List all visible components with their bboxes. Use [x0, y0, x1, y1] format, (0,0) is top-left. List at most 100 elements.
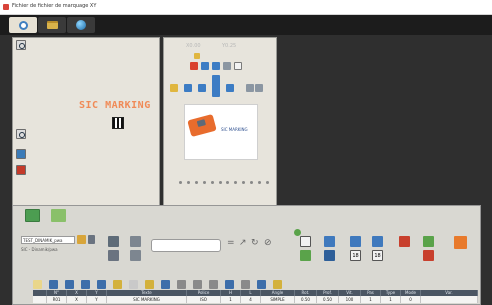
save-as-icon[interactable] [108, 250, 119, 261]
text-icon[interactable] [300, 236, 311, 247]
arc-icon[interactable] [193, 279, 202, 289]
barcode-icon[interactable] [300, 250, 311, 261]
table-cell[interactable]: 1 [381, 296, 401, 303]
layer-icon[interactable] [201, 62, 209, 70]
table-cell[interactable]: 1 [221, 296, 241, 303]
equals-icon[interactable]: = [227, 239, 235, 248]
globe-tab[interactable] [67, 17, 95, 33]
file-name-field[interactable]: TEST_DINAMIK_pwa [21, 236, 75, 244]
window-title: Fichier de fichier de marquage XY [12, 3, 97, 9]
table-cell[interactable]: X [67, 296, 87, 303]
screen-icon[interactable] [16, 149, 26, 159]
table-cell[interactable] [421, 296, 478, 303]
workspace: SIC MARKING X0.00 Y0.25 SIC MARKING TEST… [0, 35, 492, 305]
table-cell[interactable]: 1 [361, 296, 381, 303]
date-icon[interactable]: 18 [350, 250, 361, 261]
tab-strip [0, 15, 492, 35]
folder-tab[interactable] [38, 17, 66, 33]
marking-title: SIC MARKING [79, 100, 151, 111]
title-bar: Fichier de fichier de marquage XY [0, 0, 492, 15]
folder-open-icon[interactable] [170, 84, 178, 92]
zoom-fit-icon[interactable] [16, 40, 26, 50]
abort-icon[interactable] [423, 250, 434, 261]
table-cell[interactable]: 4 [241, 296, 261, 303]
table-cell[interactable] [33, 296, 47, 303]
zoom-in-icon[interactable] [16, 129, 26, 139]
align-top-icon[interactable] [97, 279, 106, 289]
calendar-icon[interactable] [350, 236, 361, 247]
home-icon[interactable] [184, 84, 192, 92]
marking-device-image [187, 113, 217, 138]
light-icon [194, 53, 200, 59]
table-cell[interactable]: R01 [47, 296, 67, 303]
edit-tab[interactable] [25, 209, 40, 222]
preview-tab[interactable] [51, 209, 66, 222]
link-icon[interactable]: ⊘ [264, 239, 272, 248]
spacer-icon [129, 279, 138, 289]
zero-icon[interactable] [255, 84, 263, 92]
preview-caption: SIC MARKING [221, 127, 248, 132]
device-preview: SIC MARKING [184, 104, 258, 160]
x-coordinate: X0.00 [186, 43, 201, 49]
add-icon[interactable] [294, 229, 301, 236]
y-coordinate: Y0.25 [222, 43, 237, 49]
folder-icon [46, 21, 58, 29]
export-icon[interactable] [130, 236, 141, 247]
stop-button[interactable] [190, 62, 198, 70]
table-cell[interactable]: 100 [339, 296, 361, 303]
triangle-icon[interactable] [257, 279, 266, 289]
editor-toolbar: TEST_DINAMIK_pwa SIC - Dinamik/pwa = ↗ ↻… [12, 205, 481, 305]
step-indicators [179, 181, 269, 185]
app-icon [3, 4, 9, 10]
time-icon[interactable]: 18 [372, 250, 383, 261]
globe-icon [76, 20, 86, 30]
table-cell[interactable]: Y [87, 296, 107, 303]
settings-tab[interactable] [9, 17, 37, 33]
align-left-icon[interactable] [49, 279, 58, 289]
counter-icon[interactable] [372, 236, 383, 247]
search-input[interactable] [151, 239, 221, 252]
settings-icon[interactable] [223, 62, 231, 70]
field-toolbar [33, 278, 463, 290]
table-row[interactable]: R01 X Y SIC MARKING ISO 1 4 SIMPLE 0.50 … [33, 296, 478, 303]
size-icon[interactable] [161, 279, 170, 289]
align-right-icon[interactable] [81, 279, 90, 289]
edit-icon[interactable] [273, 279, 282, 289]
font-icon[interactable] [145, 279, 154, 289]
table-cell[interactable]: 0.50 [317, 296, 339, 303]
speed-icon[interactable] [225, 279, 234, 289]
mail-icon[interactable] [234, 62, 242, 70]
logo-icon[interactable] [324, 250, 335, 261]
table-cell[interactable]: SIC MARKING [107, 296, 187, 303]
table-cell[interactable]: ISO [187, 296, 221, 303]
rotate-icon[interactable]: ↻ [251, 239, 259, 248]
move-vertical-icon[interactable] [212, 75, 220, 97]
fields-table: N° X Y Texte Police H L Angle Rot. Prof.… [33, 290, 478, 304]
table-cell[interactable]: 0.50 [295, 296, 317, 303]
stop-icon[interactable] [16, 165, 26, 175]
bold-icon[interactable] [113, 279, 122, 289]
table-cell[interactable]: SIMPLE [261, 296, 295, 303]
move-right-icon[interactable] [226, 84, 234, 92]
image-icon[interactable] [324, 236, 335, 247]
curve-icon[interactable]: ↗ [239, 239, 247, 248]
gear-icon [18, 20, 28, 30]
align-center-icon[interactable] [65, 279, 74, 289]
table-cell[interactable]: 0 [401, 296, 421, 303]
file-subtitle: SIC - Dinamik/pwa [21, 247, 58, 252]
download-icon[interactable] [108, 236, 119, 247]
datamatrix-icon [112, 117, 124, 129]
grid-icon[interactable] [212, 62, 220, 70]
save-icon[interactable] [88, 235, 95, 244]
mark-button[interactable] [454, 236, 467, 249]
import-icon[interactable] [130, 250, 141, 261]
circle-icon[interactable] [209, 279, 218, 289]
pointer-icon[interactable] [33, 279, 42, 289]
line-icon[interactable] [177, 279, 186, 289]
delete-icon[interactable] [399, 236, 410, 247]
move-left-icon[interactable] [198, 84, 206, 92]
run-icon[interactable] [423, 236, 434, 247]
depth-icon[interactable] [241, 279, 250, 289]
open-file-icon[interactable] [77, 235, 86, 244]
origin-icon[interactable] [246, 84, 254, 92]
